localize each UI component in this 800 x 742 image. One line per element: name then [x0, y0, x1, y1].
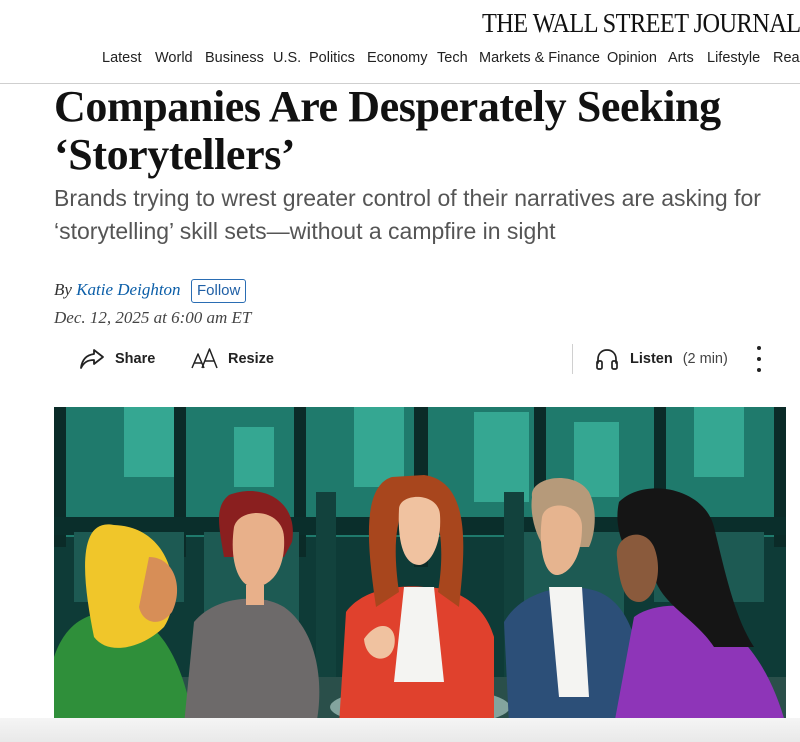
nav-item-real-estate[interactable]: Real — [773, 50, 800, 66]
headline-line-2: ‘Storytellers’ — [54, 130, 296, 179]
nav-item-economy[interactable]: Economy — [367, 50, 427, 66]
toolbar-divider — [572, 344, 573, 374]
nav-item-opinion[interactable]: Opinion — [607, 50, 657, 66]
nav-item-arts[interactable]: Arts — [668, 50, 694, 66]
dek-line-2: ‘storytelling’ skill sets—without a camp… — [54, 218, 556, 244]
headphones-icon — [594, 346, 620, 372]
follow-author-button[interactable]: Follow — [191, 279, 247, 303]
nav-item-tech[interactable]: Tech — [437, 50, 468, 66]
masthead: THE WALL STREET JOURNAL. — [0, 6, 800, 40]
nav-item-us[interactable]: U.S. — [273, 50, 301, 66]
nav-item-world[interactable]: World — [155, 50, 193, 66]
nav-item-business[interactable]: Business — [205, 50, 264, 66]
byline: By Katie Deighton — [54, 280, 181, 300]
author-link[interactable]: Katie Deighton — [76, 280, 180, 299]
headline-line-1: Companies Are Desperately Seeking — [54, 82, 721, 131]
nav-item-politics[interactable]: Politics — [309, 50, 355, 66]
top-nav: Latest World Business U.S. Politics Econ… — [0, 50, 800, 72]
dek-line-1: Brands trying to wrest greater control o… — [54, 185, 761, 211]
share-button[interactable]: Share — [78, 344, 155, 374]
text-resize-icon — [190, 346, 218, 372]
hero-illustration — [54, 407, 786, 725]
listen-button[interactable]: Listen (2 min) — [594, 344, 728, 374]
byline-prefix: By — [54, 280, 72, 299]
listen-duration: (2 min) — [682, 351, 728, 367]
listen-label: Listen — [630, 351, 673, 367]
bottom-fade — [0, 718, 800, 742]
nav-item-markets-finance[interactable]: Markets & Finance — [479, 50, 600, 66]
share-icon — [78, 347, 106, 371]
share-label: Share — [115, 351, 156, 367]
nav-item-latest[interactable]: Latest — [102, 50, 142, 66]
article-headline: Companies Are Desperately Seeking ‘Story… — [54, 83, 794, 179]
nav-item-lifestyle[interactable]: Lifestyle — [707, 50, 760, 66]
article-dek: Brands trying to wrest greater control o… — [54, 182, 794, 248]
wsj-logo[interactable]: THE WALL STREET JOURNAL. — [482, 8, 800, 39]
more-options-button[interactable] — [749, 346, 769, 372]
resize-button[interactable]: Resize — [190, 344, 274, 374]
publish-date: Dec. 12, 2025 at 6:00 am ET — [54, 308, 252, 327]
more-vertical-icon — [757, 346, 761, 350]
resize-label: Resize — [228, 351, 274, 367]
